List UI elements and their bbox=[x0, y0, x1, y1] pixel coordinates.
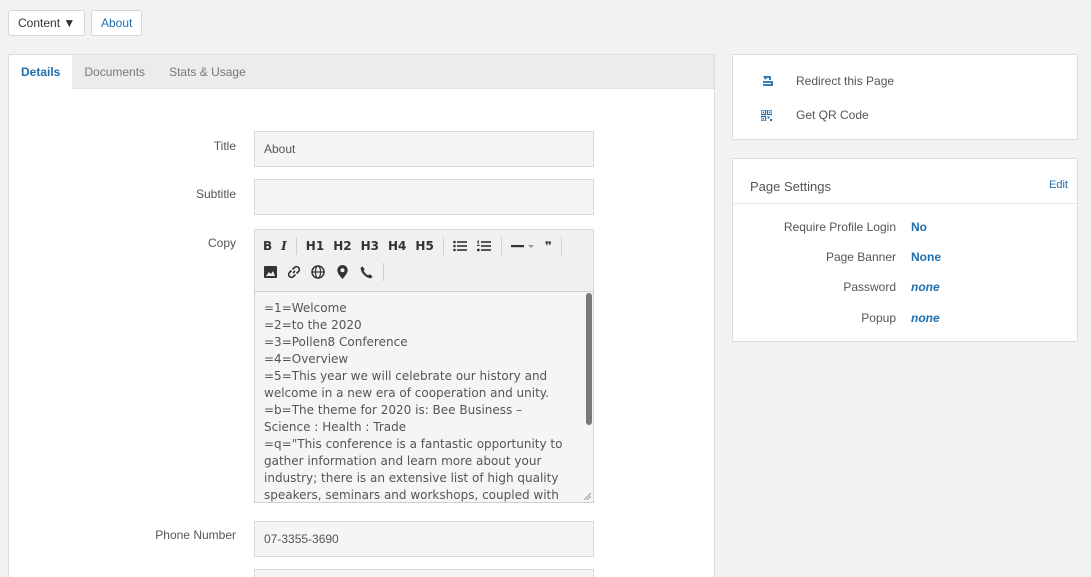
globe-icon[interactable] bbox=[311, 265, 325, 279]
phone-number-input[interactable] bbox=[254, 521, 594, 557]
toolbar-divider bbox=[295, 237, 297, 255]
blockquote-button[interactable]: ❞ bbox=[545, 239, 552, 253]
copy-line: =2=to the 2020 bbox=[264, 318, 362, 332]
about-breadcrumb-button[interactable]: About bbox=[91, 10, 143, 36]
phone-icon[interactable] bbox=[359, 265, 373, 279]
toolbar-divider bbox=[500, 237, 502, 255]
copy-line: =b=The theme for 2020 is: Bee Business –… bbox=[264, 403, 523, 434]
tab-documents[interactable]: Documents bbox=[72, 55, 157, 88]
settings-value: No bbox=[911, 220, 927, 234]
edit-settings-link[interactable]: Edit bbox=[1049, 179, 1068, 191]
page-settings-title: Page Settings bbox=[750, 179, 831, 194]
title-input[interactable] bbox=[254, 131, 594, 167]
h1-button[interactable]: H1 bbox=[306, 239, 324, 253]
tab-stats-usage[interactable]: Stats & Usage bbox=[157, 55, 258, 88]
redirect-icon bbox=[761, 76, 775, 86]
copy-line: =3=Pollen8 Conference bbox=[264, 335, 408, 349]
copy-line: =q="This conference is a fantastic oppor… bbox=[264, 437, 563, 502]
copy-label: Copy bbox=[207, 236, 236, 250]
next-field-input[interactable] bbox=[254, 569, 594, 577]
page-settings-header: Page Settings Edit bbox=[733, 159, 1077, 204]
settings-value: none bbox=[911, 311, 940, 325]
textarea-scrollbar[interactable] bbox=[586, 293, 592, 425]
title-label: Title bbox=[213, 139, 236, 153]
get-qr-code-action[interactable]: Get QR Code bbox=[761, 108, 869, 122]
copy-line: =4=Overview bbox=[264, 352, 349, 366]
h5-button[interactable]: H5 bbox=[415, 239, 433, 253]
page-settings-panel: Page Settings Edit Require Profile Login… bbox=[732, 158, 1078, 342]
subtitle-label: Subtitle bbox=[195, 187, 236, 201]
settings-key: Require Profile Login bbox=[783, 220, 896, 234]
image-icon[interactable] bbox=[263, 265, 277, 279]
get-qr-code-label: Get QR Code bbox=[796, 108, 869, 122]
page-actions-panel: Redirect this Page Get QR Code bbox=[732, 54, 1078, 140]
copy-line: =1=Welcome bbox=[264, 301, 347, 315]
copy-editor-toolbar: B I H1 H2 H3 H4 H5 ❞ bbox=[254, 229, 594, 291]
toolbar-divider bbox=[383, 263, 384, 281]
qr-code-icon bbox=[761, 109, 775, 121]
settings-key: Page Banner bbox=[825, 250, 896, 264]
toolbar-divider bbox=[442, 237, 444, 255]
settings-key: Password bbox=[843, 280, 896, 294]
tab-bar: Details Documents Stats & Usage bbox=[9, 55, 714, 90]
h2-button[interactable]: H2 bbox=[333, 239, 351, 253]
subtitle-input[interactable] bbox=[254, 179, 594, 215]
horizontal-rule-dropdown-icon[interactable] bbox=[510, 239, 535, 253]
copy-line: =5=This year we will celebrate our histo… bbox=[264, 369, 549, 400]
bullet-list-icon[interactable] bbox=[453, 239, 467, 253]
link-icon[interactable] bbox=[287, 265, 301, 279]
settings-value: none bbox=[911, 280, 940, 294]
settings-value: None bbox=[911, 250, 941, 264]
phone-number-label: Phone Number bbox=[155, 528, 236, 542]
redirect-page-action[interactable]: Redirect this Page bbox=[761, 74, 894, 88]
content-dropdown-button[interactable]: Content ▼ bbox=[8, 10, 86, 36]
redirect-page-label: Redirect this Page bbox=[796, 74, 895, 88]
copy-textarea[interactable]: =1=Welcome =2=to the 2020 =3=Pollen8 Con… bbox=[254, 291, 594, 503]
resize-handle-icon[interactable] bbox=[583, 492, 591, 500]
details-panel: Details Documents Stats & Usage Title Su… bbox=[8, 54, 715, 577]
toolbar-divider bbox=[560, 237, 562, 255]
bold-button[interactable]: B bbox=[263, 239, 272, 253]
settings-key: Popup bbox=[861, 311, 896, 325]
h3-button[interactable]: H3 bbox=[361, 239, 379, 253]
h4-button[interactable]: H4 bbox=[388, 239, 406, 253]
tab-details[interactable]: Details bbox=[9, 55, 73, 90]
numbered-list-icon[interactable] bbox=[476, 239, 491, 253]
italic-button[interactable]: I bbox=[281, 239, 287, 253]
map-pin-icon[interactable] bbox=[335, 265, 349, 279]
